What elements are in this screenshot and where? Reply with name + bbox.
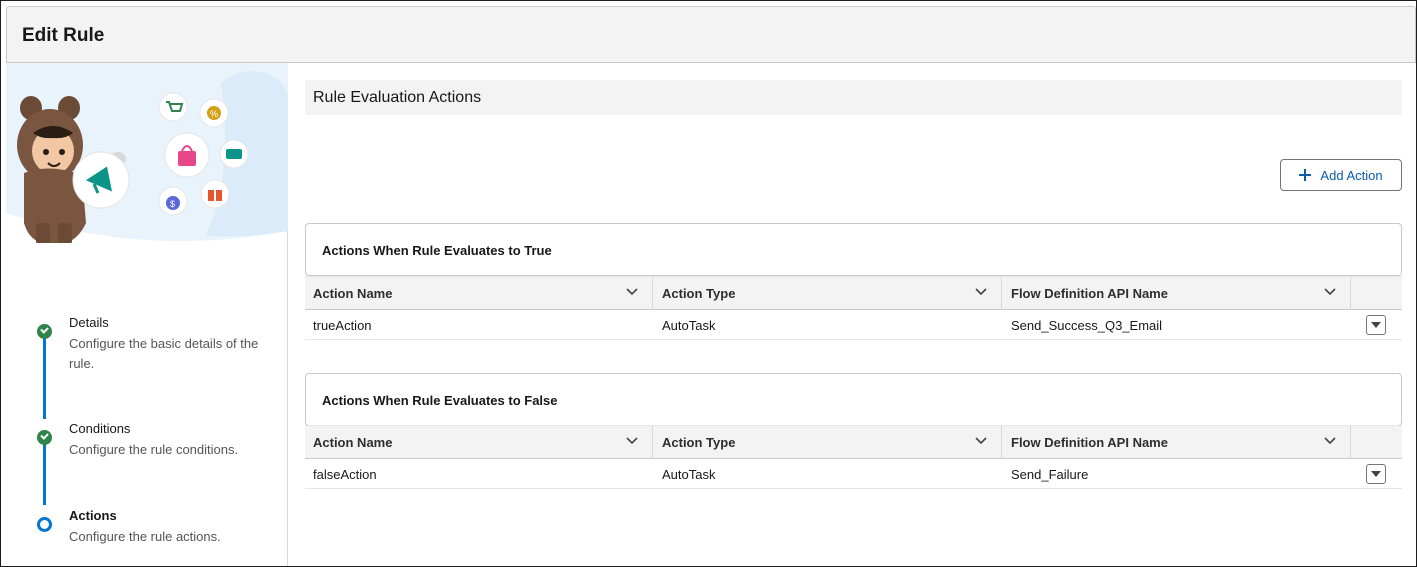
row-menu-button[interactable] <box>1366 464 1386 484</box>
wizard-sidebar: % $ Details Configure the basic details … <box>6 63 288 566</box>
card-title: Actions When Rule Evaluates to False <box>322 393 558 408</box>
step-title: Actions <box>69 508 117 523</box>
row-menu-icon <box>1371 322 1381 328</box>
step-title: Conditions <box>69 421 131 436</box>
false-actions-card: Actions When Rule Evaluates to False <box>305 373 1402 426</box>
step-title: Details <box>69 315 109 330</box>
column-header-action-name[interactable]: Action Name <box>305 426 653 459</box>
step-complete-check-icon <box>37 430 52 445</box>
cell-action-name: falseAction <box>313 467 377 482</box>
step-connector-1 <box>43 335 46 419</box>
column-header-action-type[interactable]: Action Type <box>654 277 1002 310</box>
gift-icon <box>200 179 230 209</box>
row-menu-button[interactable] <box>1366 315 1386 335</box>
cell-flow-api-name: Send_Failure <box>1011 467 1089 482</box>
chevron-down-icon[interactable] <box>1324 288 1336 296</box>
table-row: trueAction AutoTask Send_Success_Q3_Emai… <box>305 310 1402 340</box>
step-description: Configure the basic details of the rule. <box>69 336 259 371</box>
main-content: Rule Evaluation Actions Add Action Actio… <box>289 63 1416 566</box>
step-connector-2 <box>43 435 46 505</box>
section-title: Rule Evaluation Actions <box>313 89 482 106</box>
add-action-button[interactable]: Add Action <box>1280 159 1402 191</box>
column-header-flow-api-name[interactable]: Flow Definition API Name <box>1003 277 1351 310</box>
column-header-action-type[interactable]: Action Type <box>654 426 1002 459</box>
table-header: Action Name Action Type Flow Definition … <box>305 425 1402 459</box>
table-row: falseAction AutoTask Send_Failure <box>305 459 1402 489</box>
step-complete-check-icon <box>37 324 52 339</box>
chevron-down-icon[interactable] <box>626 288 638 296</box>
step-current-indicator-icon <box>37 517 52 532</box>
cell-flow-api-name: Send_Success_Q3_Email <box>1011 318 1163 333</box>
step-description: Configure the rule conditions. <box>69 442 239 457</box>
cell-action-name: trueAction <box>313 318 372 333</box>
row-menu-icon <box>1371 471 1381 477</box>
cell-action-type: AutoTask <box>662 318 716 333</box>
cell-action-type: AutoTask <box>662 467 716 482</box>
table-header: Action Name Action Type Flow Definition … <box>305 276 1402 310</box>
section-header: Rule Evaluation Actions <box>305 80 1402 115</box>
true-actions-card: Actions When Rule Evaluates to True <box>305 223 1402 276</box>
page-title: Edit Rule <box>22 25 105 46</box>
chevron-down-icon[interactable] <box>975 288 987 296</box>
chevron-down-icon[interactable] <box>626 437 638 445</box>
hero-illustration: % $ <box>6 63 288 243</box>
chevron-down-icon[interactable] <box>1324 437 1336 445</box>
add-action-label: Add Action <box>1320 167 1383 183</box>
chevron-down-icon[interactable] <box>975 437 987 445</box>
column-header-action-name[interactable]: Action Name <box>305 277 653 310</box>
plus-icon <box>1299 169 1312 181</box>
step-description: Configure the rule actions. <box>69 529 221 544</box>
page-header: Edit Rule <box>6 6 1416 63</box>
column-header-flow-api-name[interactable]: Flow Definition API Name <box>1003 426 1351 459</box>
edit-rule-window: Edit Rule % $ Details Configure the basi… <box>0 0 1417 567</box>
card-title: Actions When Rule Evaluates to True <box>322 243 552 258</box>
